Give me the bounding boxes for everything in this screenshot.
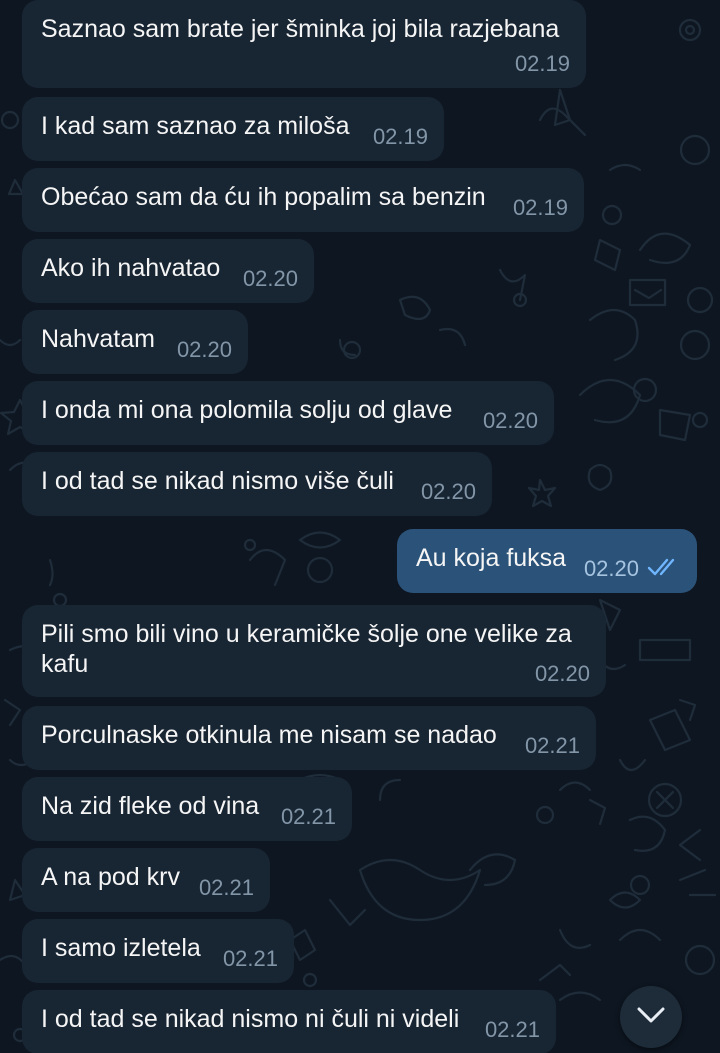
message-text: I onda mi ona polomila solju od glave [41, 396, 453, 424]
outgoing-message-bubble[interactable]: Au koja fuksa 02.20 [397, 529, 697, 593]
message-bubble[interactable]: I od tad se nikad nismo više čuli 02.20 [22, 452, 492, 516]
message-time: 02.20 [482, 408, 538, 433]
message-text: Ako ih nahvatao [41, 254, 221, 282]
message-time: 02.21 [280, 804, 336, 829]
message-time: 02.19 [514, 51, 570, 76]
message-text: Pili smo bili vino u keramičke šolje one… [41, 620, 572, 678]
message-bubble[interactable]: I onda mi ona polomila solju od glave 02… [22, 381, 554, 445]
message-text: Nahvatam [41, 325, 155, 353]
message-bubble[interactable]: Na zid fleke od vina 02.21 [22, 777, 352, 841]
message-text: Porculnaske otkinula me nisam se nadao [41, 721, 497, 749]
message-text: Au koja fuksa [416, 544, 567, 572]
message-time: 02.19 [372, 124, 428, 149]
message-text: Obećao sam da ću ih popalim sa benzin [41, 183, 486, 211]
message-bubble[interactable]: Pili smo bili vino u keramičke šolje one… [22, 605, 606, 697]
message-time: 02.19 [512, 195, 568, 220]
message-text: I od tad se nikad nismo više čuli [41, 467, 394, 495]
scroll-to-bottom-button[interactable] [620, 986, 682, 1048]
message-bubble[interactable]: Ako ih nahvatao 02.20 [22, 239, 314, 303]
message-text: A na pod krv [41, 863, 180, 891]
message-bubble[interactable]: Obećao sam da ću ih popalim sa benzin 02… [22, 168, 584, 232]
message-time: 02.20 [420, 479, 476, 504]
chat-view[interactable]: Saznao sam brate jer šminka joj bila raz… [0, 0, 720, 1053]
message-text: I kad sam saznao za miloša [41, 112, 350, 140]
message-bubble[interactable]: A na pod krv 02.21 [22, 848, 270, 912]
message-text: Saznao sam brate jer šminka joj bila raz… [41, 15, 560, 43]
message-text: I samo izletela [41, 934, 201, 962]
message-text: Na zid fleke od vina [41, 792, 260, 820]
chevron-down-icon [636, 1006, 666, 1029]
message-bubble[interactable]: Nahvatam 02.20 [22, 310, 248, 374]
message-bubble[interactable]: I samo izletela 02.21 [22, 919, 294, 983]
message-time: 02.21 [222, 946, 278, 971]
message-time: 02.21 [198, 875, 254, 900]
double-check-icon [647, 554, 681, 584]
message-text: I od tad se nikad nismo ni čuli ni videl… [41, 1005, 460, 1033]
message-bubble[interactable]: Porculnaske otkinula me nisam se nadao 0… [22, 706, 596, 770]
message-bubble[interactable]: I kad sam saznao za miloša 02.19 [22, 97, 444, 161]
message-time: 02.20 [242, 266, 298, 291]
message-time: 02.20 [534, 661, 590, 686]
message-time: 02.21 [524, 733, 580, 758]
message-time: 02.20 [584, 554, 681, 584]
message-time: 02.20 [176, 337, 232, 362]
message-bubble[interactable]: Saznao sam brate jer šminka joj bila raz… [22, 0, 586, 88]
message-bubble[interactable]: I od tad se nikad nismo ni čuli ni videl… [22, 990, 556, 1053]
message-time: 02.21 [484, 1017, 540, 1042]
